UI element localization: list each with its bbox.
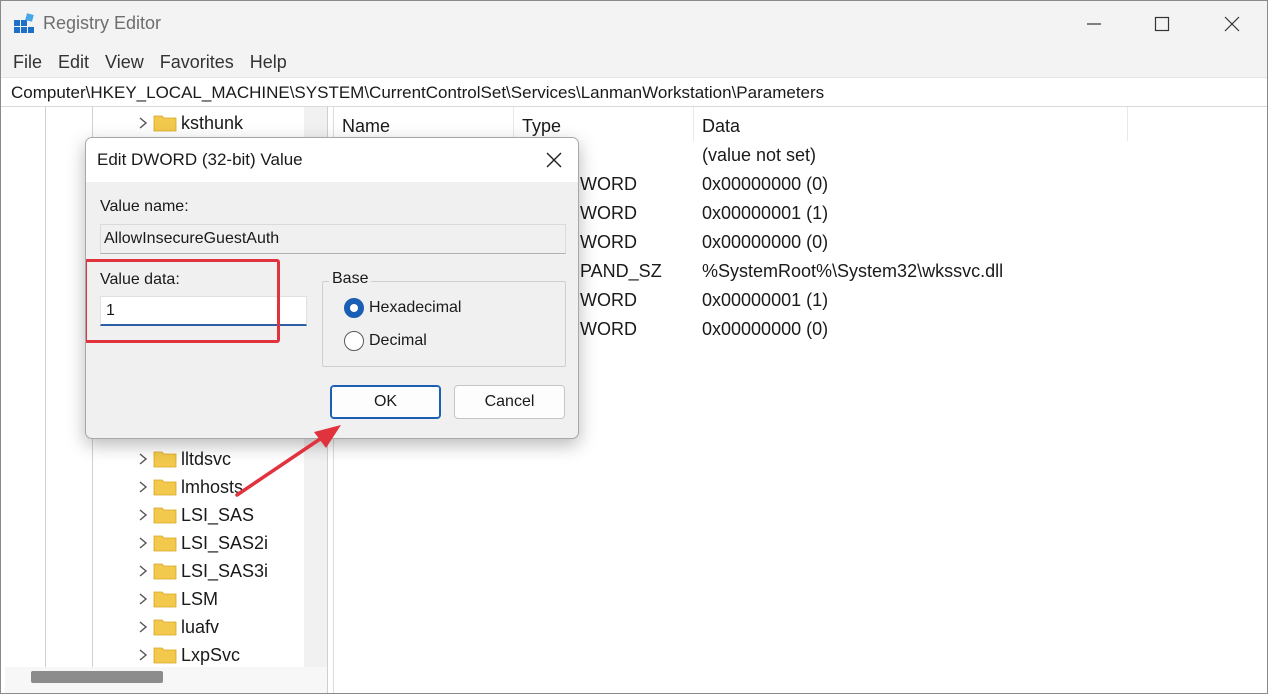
edit-dword-dialog: Edit DWORD (32-bit) Value Value name: Al… (85, 137, 579, 439)
tree-item-label: ksthunk (181, 112, 244, 133)
value-name-label: Value name: (100, 198, 189, 215)
maximize-icon (1154, 16, 1170, 32)
dialog-title-bar: Edit DWORD (32-bit) Value (86, 138, 578, 182)
close-button[interactable] (1197, 1, 1267, 47)
tree-guide-line (45, 107, 46, 667)
row-type: WORD (580, 174, 637, 194)
list-header: Name Type Data (334, 107, 1267, 141)
folder-icon (153, 619, 177, 636)
folder-icon (153, 563, 177, 580)
column-header-name[interactable]: Name (334, 107, 514, 141)
menu-file[interactable]: File (5, 47, 50, 77)
base-group (322, 281, 566, 367)
row-data: 0x00000001 (1) (702, 203, 829, 223)
maximize-button[interactable] (1127, 1, 1197, 47)
chevron-right-icon[interactable] (133, 537, 153, 549)
registry-app-icon (14, 13, 34, 33)
close-icon (546, 152, 562, 168)
tree-item[interactable]: LSI_SAS2i (133, 529, 268, 557)
title-bar: Registry Editor (1, 1, 1267, 47)
radio-hexadecimal-label: Hexadecimal (369, 299, 462, 316)
column-header-type[interactable]: Type (514, 107, 694, 141)
value-name-field[interactable]: AllowInsecureGuestAuth (100, 224, 566, 254)
tree-item-ksthunk[interactable]: ksthunk (133, 109, 243, 137)
row-data: (value not set) (702, 145, 817, 165)
tree-item[interactable]: LSI_SAS (133, 501, 254, 529)
radio-decimal[interactable]: Decimal (344, 331, 427, 351)
row-data: 0x00000001 (1) (702, 290, 829, 310)
tree-item-label: LSI_SAS3i (181, 560, 269, 581)
chevron-right-icon[interactable] (133, 453, 153, 465)
tree-item[interactable]: luafv (133, 613, 219, 641)
close-icon (1224, 16, 1240, 32)
radio-decimal-label: Decimal (369, 332, 427, 349)
folder-icon (153, 647, 177, 664)
chevron-right-icon[interactable] (133, 509, 153, 521)
ok-button[interactable]: OK (330, 385, 441, 419)
chevron-right-icon[interactable] (133, 649, 153, 661)
row-type: WORD (580, 290, 637, 310)
radio-hexadecimal[interactable]: Hexadecimal (344, 298, 461, 318)
menu-help[interactable]: Help (242, 47, 295, 77)
tree-item-label: lmhosts (181, 476, 244, 497)
minimize-icon (1087, 23, 1101, 25)
row-type: WORD (580, 232, 637, 252)
registry-editor-window: Registry Editor File Edit View Favorites… (0, 0, 1268, 694)
base-label: Base (329, 270, 372, 288)
menu-edit[interactable]: Edit (50, 47, 97, 77)
column-header-data[interactable]: Data (694, 107, 1128, 141)
chevron-right-icon[interactable] (133, 593, 153, 605)
tree-item-label: luafv (181, 616, 220, 637)
chevron-right-icon[interactable] (133, 481, 153, 493)
menu-view[interactable]: View (97, 47, 152, 77)
minimize-button[interactable] (1059, 1, 1129, 47)
tree-item-label: LxpSvc (181, 644, 241, 665)
folder-icon (153, 507, 177, 524)
row-type: PAND_SZ (580, 261, 662, 281)
row-data: 0x00000000 (0) (702, 232, 829, 252)
row-type: WORD (580, 319, 637, 339)
chevron-right-icon[interactable] (133, 621, 153, 633)
highlight-box (86, 259, 280, 343)
tree-item[interactable]: LSI_SAS3i (133, 557, 268, 585)
chevron-right-icon[interactable] (133, 117, 153, 129)
row-data: %SystemRoot%\System32\wkssvc.dll (702, 261, 1004, 281)
tree-item-label: LSI_SAS (181, 504, 255, 525)
folder-icon (153, 535, 177, 552)
folder-icon (153, 591, 177, 608)
window-title: Registry Editor (43, 13, 162, 33)
row-data: 0x00000000 (0) (702, 319, 829, 339)
cancel-button[interactable]: Cancel (454, 385, 565, 419)
row-type: WORD (580, 203, 637, 223)
folder-icon (153, 115, 177, 132)
tree-item-label: LSM (181, 588, 219, 609)
radio-button-selected[interactable] (344, 298, 364, 318)
dialog-title: Edit DWORD (32-bit) Value (97, 150, 303, 169)
address-bar[interactable]: Computer\HKEY_LOCAL_MACHINE\SYSTEM\Curre… (1, 77, 1267, 107)
menu-bar: File Edit View Favorites Help (1, 47, 1267, 77)
tree-item[interactable]: LxpSvc (133, 641, 240, 669)
chevron-right-icon[interactable] (133, 565, 153, 577)
menu-favorites[interactable]: Favorites (152, 47, 242, 77)
radio-button[interactable] (344, 331, 364, 351)
folder-icon (153, 479, 177, 496)
folder-icon (153, 451, 177, 468)
tree-item[interactable]: lltdsvc (133, 445, 231, 473)
tree-item[interactable]: lmhosts (133, 473, 243, 501)
tree-item-label: lltdsvc (181, 448, 232, 469)
tree-item-label: LSI_SAS2i (181, 532, 269, 553)
dialog-close-button[interactable] (530, 138, 578, 182)
row-data: 0x00000000 (0) (702, 174, 829, 194)
tree-horizontal-scroll-thumb[interactable] (31, 671, 163, 683)
tree-item[interactable]: LSM (133, 585, 218, 613)
